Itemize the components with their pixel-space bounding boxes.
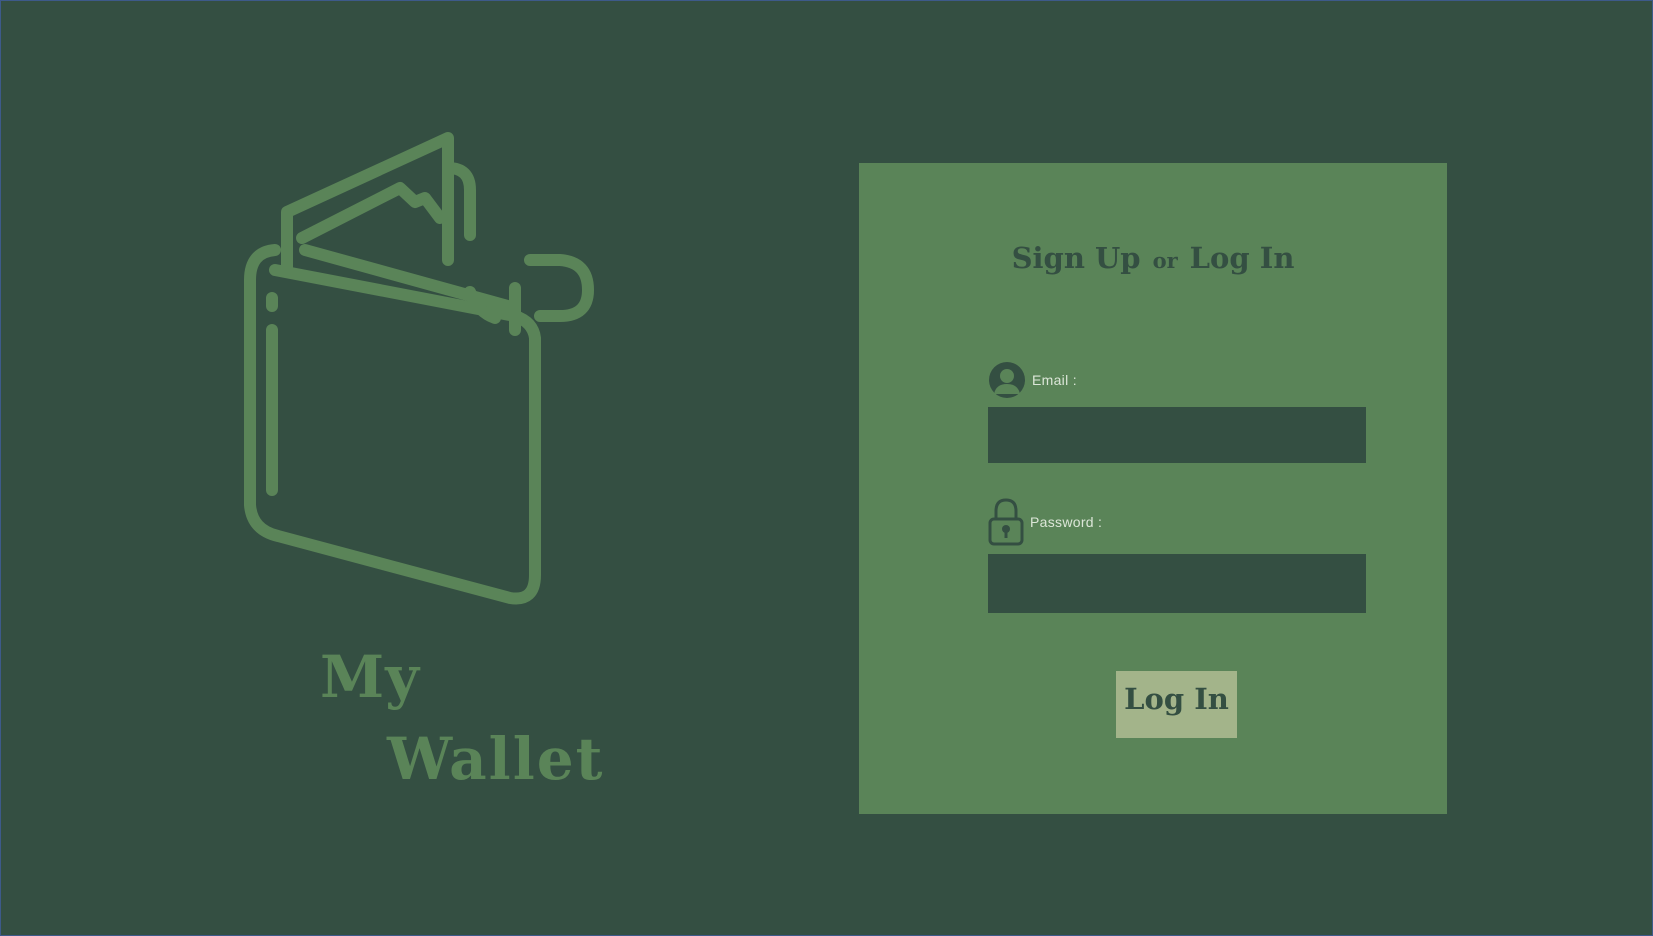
log-in-button[interactable]: Log In [1116,671,1237,738]
brand-title-wallet: Wallet [387,725,605,793]
user-icon [989,362,1025,398]
panel-title: Sign Up or Log In [859,241,1447,275]
email-label-row: Email : [988,361,1077,399]
wallet-icon [244,132,594,605]
login-panel: Sign Up or Log In Email : Password : Log I… [859,163,1447,814]
password-label: Password : [1030,514,1103,530]
password-label-row: Password : [988,497,1102,547]
password-input[interactable] [988,554,1366,613]
email-input[interactable] [988,407,1366,463]
title-or: or [1152,248,1178,273]
email-label: Email : [1032,372,1077,388]
brand-title-my: My [320,643,420,711]
lock-icon [988,498,1024,546]
title-log-in: Log In [1189,241,1295,275]
title-sign-up: Sign Up [1011,241,1141,275]
